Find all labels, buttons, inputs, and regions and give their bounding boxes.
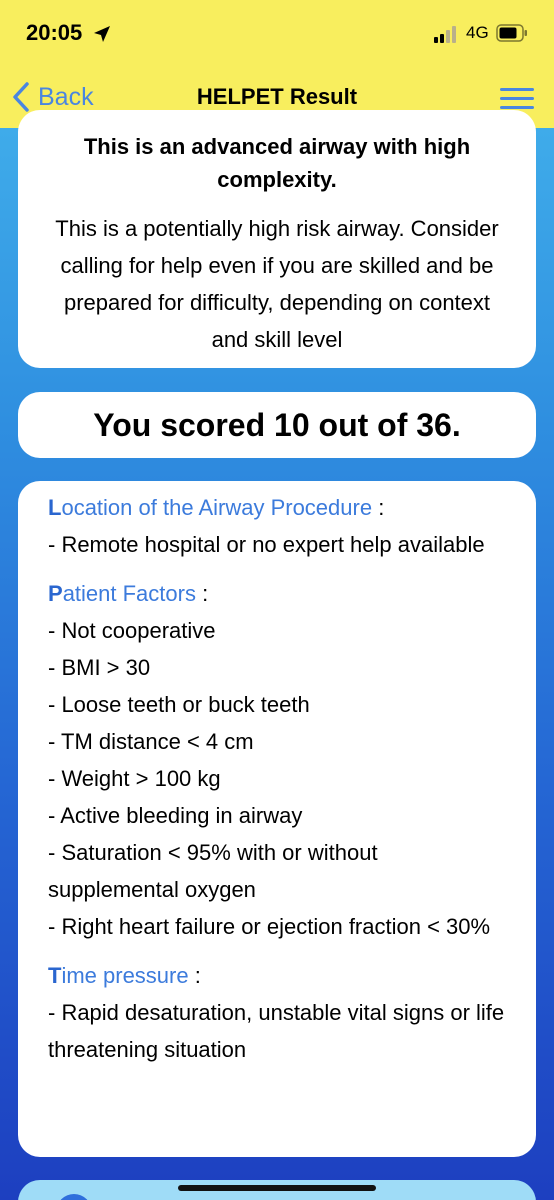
patient-section: Patient Factors : - Not cooperative - BM… <box>48 575 514 945</box>
info-icon <box>56 1194 92 1200</box>
list-item: - TM distance < 4 cm <box>48 729 254 754</box>
factors-card: Location of the Airway Procedure : - Rem… <box>18 481 536 1157</box>
score-text: You scored 10 out of 36. <box>93 406 461 443</box>
section-name: atient Factors <box>62 581 196 606</box>
section-name: ocation of the Airway Procedure <box>61 495 373 520</box>
home-indicator[interactable] <box>178 1185 376 1191</box>
list-item: - Remote hospital or no expert help avai… <box>48 532 485 557</box>
section-title: Location of the Airway Procedure : <box>48 489 514 526</box>
back-button[interactable]: Back <box>12 80 94 114</box>
section-initial: P <box>48 581 63 606</box>
status-time: 20:05 <box>26 20 83 45</box>
section-title: Time pressure : <box>48 957 514 994</box>
risk-summary-card: This is an advanced airway with high com… <box>18 110 536 368</box>
section-colon: : <box>188 963 201 988</box>
section-initial: L <box>48 495 62 520</box>
chevron-left-icon <box>13 82 29 112</box>
risk-heading: This is an advanced airway with high com… <box>83 134 471 192</box>
time-section: Time pressure : - Rapid desaturation, un… <box>48 957 514 1068</box>
status-bar: 20:05 4G <box>0 0 554 70</box>
section-title: Patient Factors : <box>48 575 514 612</box>
list-item: - Not cooperative <box>48 618 216 643</box>
list-item: - Saturation < 95% with or without suppl… <box>48 840 378 902</box>
cellular-signal-icon <box>434 25 460 43</box>
section-initial: T <box>48 963 62 988</box>
location-arrow-icon <box>94 26 110 42</box>
risk-advice: This is a potentially high risk airway. … <box>55 216 499 352</box>
list-item: - Rapid desaturation, unstable vital sig… <box>48 1000 505 1062</box>
battery-icon <box>496 24 527 42</box>
section-name: ime pressure <box>61 963 189 988</box>
list-item: - Loose teeth or buck teeth <box>48 692 310 717</box>
hamburger-menu-icon[interactable] <box>500 88 534 110</box>
header-bar: 20:05 4G Back HELPET Result <box>0 0 554 128</box>
location-section: Location of the Airway Procedure : - Rem… <box>48 489 514 563</box>
list-item: - BMI > 30 <box>48 655 151 680</box>
section-colon: : <box>372 495 385 520</box>
list-item: - Active bleeding in airway <box>48 803 303 828</box>
back-label: Back <box>38 82 94 111</box>
list-item: - Right heart failure or ejection fracti… <box>48 914 491 939</box>
list-item: - Weight > 100 kg <box>48 766 221 791</box>
score-card: You scored 10 out of 36. <box>18 392 536 458</box>
network-type: 4G <box>466 23 489 42</box>
section-colon: : <box>195 581 209 606</box>
